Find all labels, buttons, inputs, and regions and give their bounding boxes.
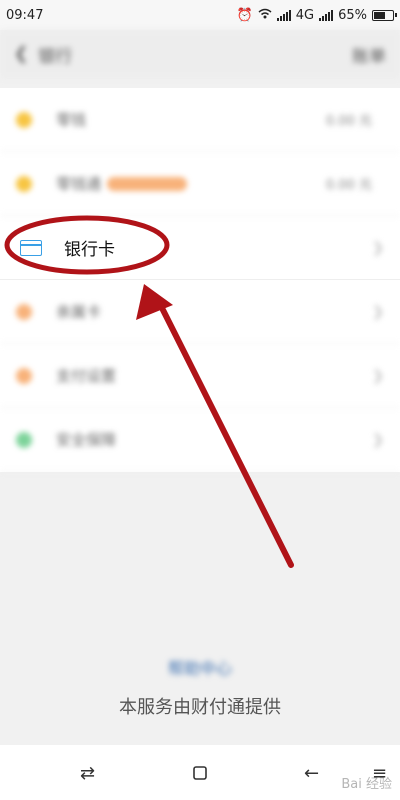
list-item-family-card[interactable]: 亲属卡 ❯ <box>0 280 400 344</box>
swap-icon[interactable]: ⇄ <box>80 763 95 784</box>
orange-dot-icon <box>16 367 32 384</box>
battery-icon <box>372 9 397 21</box>
list-item-change-pass[interactable]: 零钱通 0.00 元 <box>0 152 400 216</box>
chevron-right-icon: ❯ <box>372 239 384 256</box>
page-header: ❮ 银行 账单 <box>0 30 400 78</box>
signal-icon <box>276 9 291 21</box>
chevron-right-icon: ❯ <box>372 367 384 384</box>
help-center-link[interactable]: 帮助中心 <box>0 655 400 679</box>
list-item-change[interactable]: 零钱 0.00 元 <box>0 88 400 152</box>
list-item-label: 零钱 <box>56 111 87 129</box>
list-item-value: 0.00 元 <box>325 114 372 129</box>
provider-text: 本服务由财付通提供 <box>119 697 281 718</box>
back-arrow-icon[interactable]: ← <box>304 763 319 784</box>
list-item-label: 银行卡 <box>64 240 115 260</box>
bank-card-icon <box>20 239 42 256</box>
status-time: 09:47 <box>6 7 44 23</box>
watermark: Bai 经验 <box>341 777 392 792</box>
square-icon[interactable] <box>192 765 208 786</box>
orange-dot-icon <box>16 303 32 320</box>
wifi-icon <box>258 8 272 23</box>
yellow-dot-icon <box>16 175 32 192</box>
settings-list: 零钱 0.00 元 零钱通 0.00 元 银行卡 ❯ 亲属卡 ❯ 支付设置 ❯ … <box>0 88 400 472</box>
chevron-right-icon: ❯ <box>372 431 384 448</box>
alarm-icon: ⏰ <box>236 7 253 23</box>
chevron-right-icon: ❯ <box>372 303 384 320</box>
list-item-value: 0.00 元 <box>325 178 372 193</box>
list-item-security[interactable]: 安全保障 ❯ <box>0 408 400 472</box>
chevron-left-icon[interactable]: ❮ <box>14 44 28 64</box>
battery-percent: 65% <box>338 7 367 23</box>
promo-tag <box>107 176 188 191</box>
page-title: 银行 <box>38 46 73 67</box>
signal-icon-2 <box>319 9 334 21</box>
status-bar: 09:47 ⏰ 4G 65% <box>0 0 400 30</box>
list-item-bank-card[interactable]: 银行卡 ❯ <box>0 216 400 280</box>
system-nav-bar: ⇄ ← ≡ <box>0 745 400 800</box>
network-type: 4G <box>295 7 315 23</box>
list-item-label: 安全保障 <box>56 431 117 449</box>
list-item-label: 支付设置 <box>56 367 117 385</box>
list-item-label: 亲属卡 <box>56 303 102 321</box>
list-item-payment-settings[interactable]: 支付设置 ❯ <box>0 344 400 408</box>
green-dot-icon <box>16 431 32 448</box>
bill-link[interactable]: 账单 <box>352 42 386 67</box>
yellow-dot-icon <box>16 111 32 128</box>
list-item-label: 零钱通 <box>56 175 102 193</box>
status-icons: ⏰ 4G 65% <box>236 7 397 23</box>
